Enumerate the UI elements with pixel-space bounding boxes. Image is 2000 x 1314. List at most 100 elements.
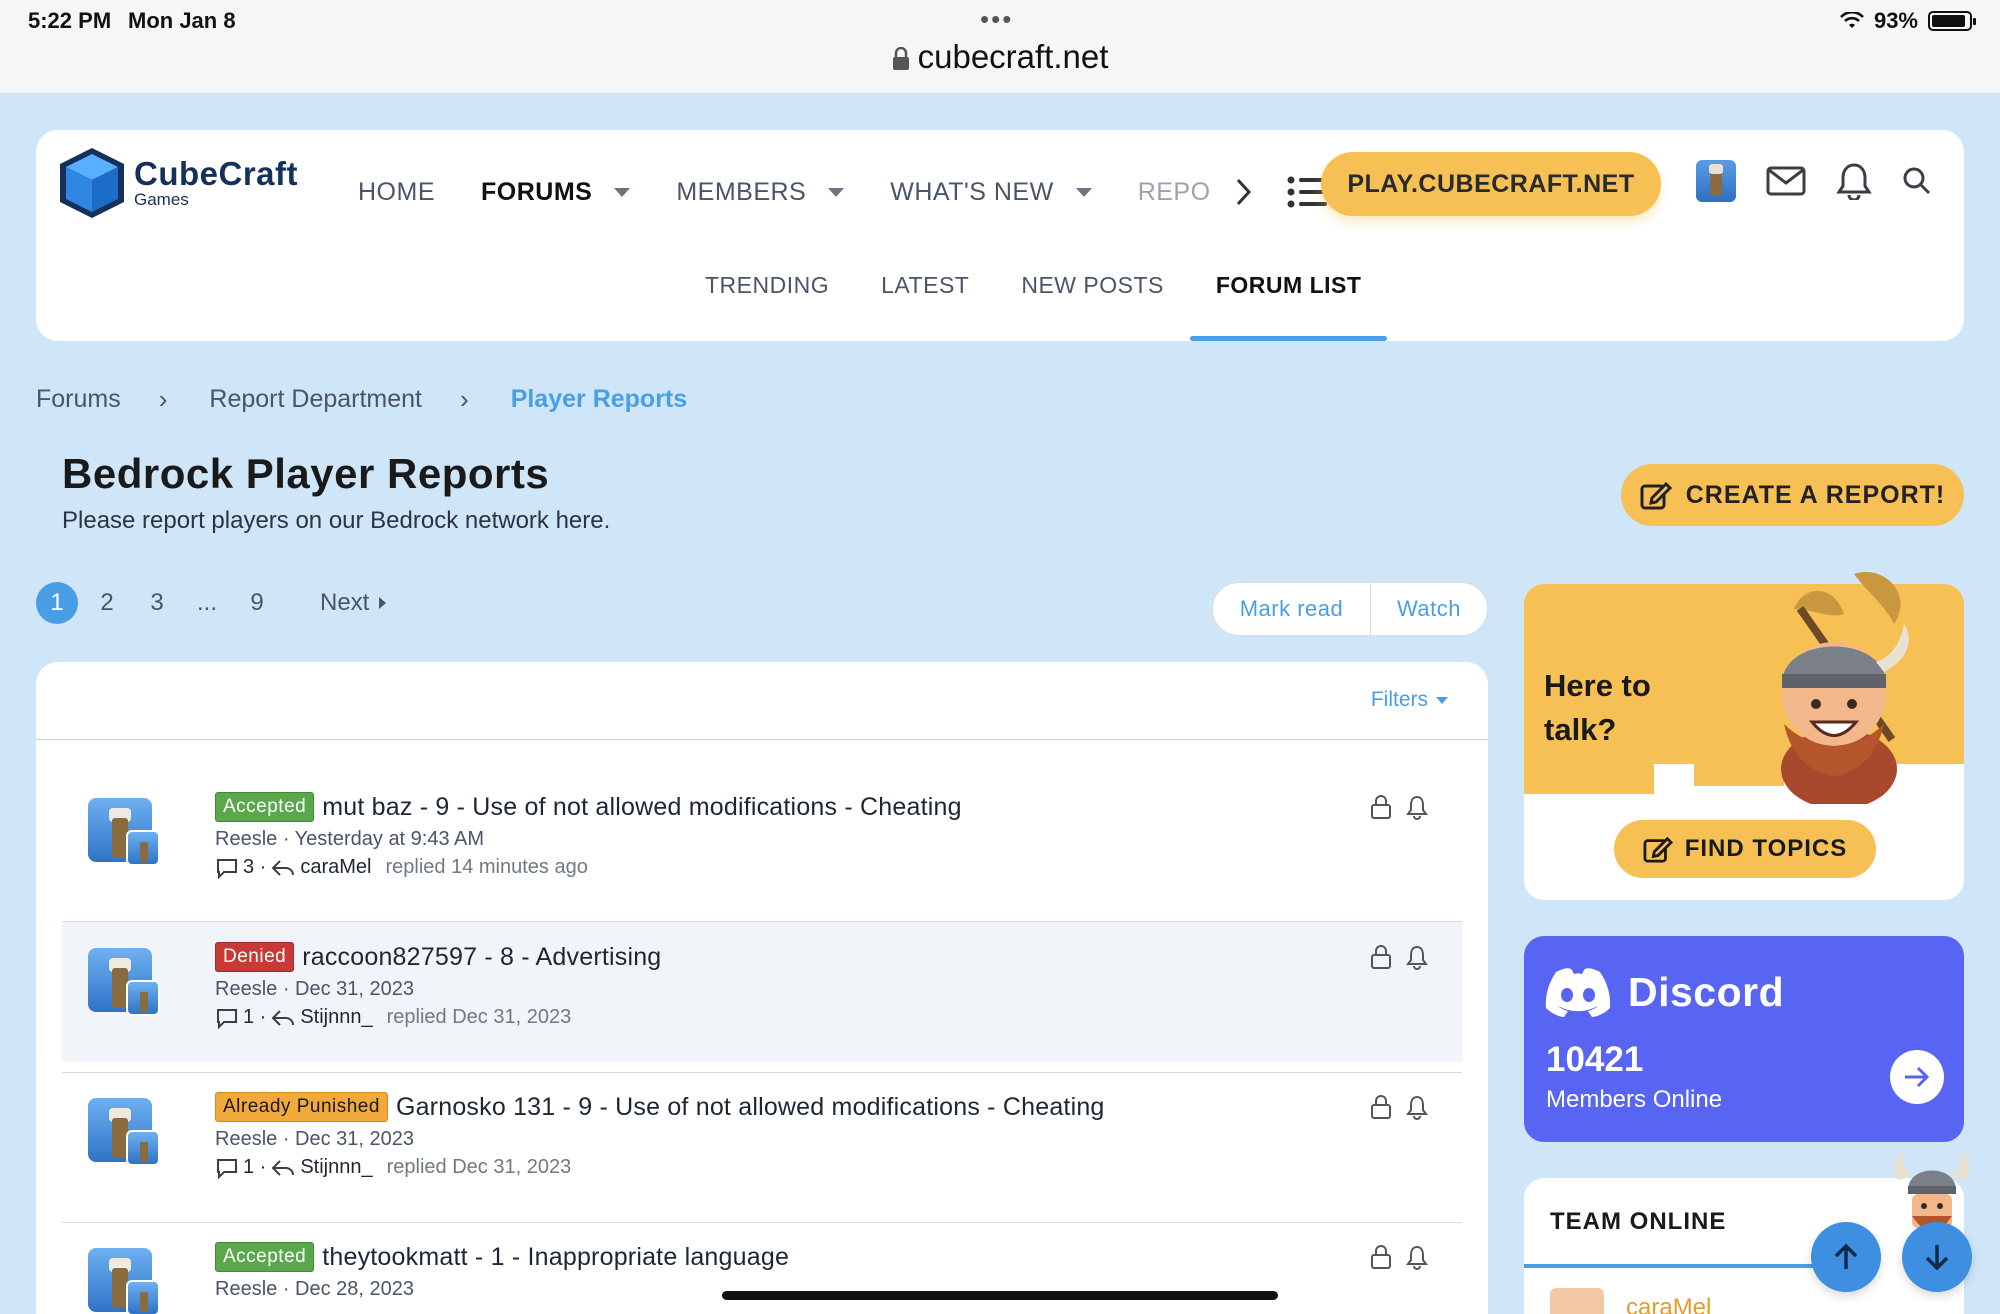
mark-read-button[interactable]: Mark read bbox=[1213, 583, 1371, 635]
last-poster[interactable]: Stijnnn_ bbox=[300, 1006, 372, 1029]
last-poster-avatar[interactable] bbox=[126, 830, 160, 866]
home-indicator[interactable] bbox=[722, 1291, 1278, 1300]
reply-count: 1 · bbox=[243, 1006, 267, 1028]
battery-icon bbox=[1928, 11, 1976, 31]
thread-stats: 3 · caraMel replied 14 minutes ago bbox=[215, 856, 588, 879]
site-header: CubeCraft Games HOME FORUMS MEMBERS WHAT… bbox=[36, 130, 1964, 341]
create-report-button[interactable]: CREATE A REPORT! bbox=[1621, 464, 1964, 526]
last-poster[interactable]: Stijnnn_ bbox=[300, 1156, 372, 1179]
thread-title[interactable]: Already Punished Garnosko 131 - 9 - Use … bbox=[215, 1092, 1105, 1122]
last-poster[interactable]: caraMel bbox=[300, 856, 371, 879]
last-poster-avatar[interactable] bbox=[126, 980, 160, 1016]
page-9[interactable]: 9 bbox=[236, 582, 278, 624]
status-badge[interactable]: Denied bbox=[215, 942, 295, 972]
filters-label: Filters bbox=[1370, 688, 1428, 711]
mail-icon[interactable] bbox=[1766, 165, 1806, 197]
team-member-avatar[interactable] bbox=[1550, 1288, 1604, 1314]
nav-forums[interactable]: FORUMS bbox=[481, 177, 631, 207]
search-icon[interactable] bbox=[1902, 166, 1932, 196]
discord-logo-icon bbox=[1545, 968, 1611, 1017]
nav-home[interactable]: HOME bbox=[358, 178, 435, 207]
discord-members-label: Members Online bbox=[1546, 1086, 1723, 1113]
breadcrumb-forums[interactable]: Forums bbox=[36, 385, 121, 414]
status-badge[interactable]: Accepted bbox=[215, 1242, 315, 1272]
filters-dropdown[interactable]: Filters bbox=[1371, 688, 1448, 712]
breadcrumb-player-reports[interactable]: Player Reports bbox=[511, 385, 687, 414]
arrow-up-icon bbox=[1834, 1243, 1858, 1269]
thread-title[interactable]: Accepted mut baz - 9 - Use of not allowe… bbox=[215, 792, 962, 822]
lock-icon bbox=[1371, 1095, 1391, 1119]
thread-meta: Reesle · Dec 28, 2023 bbox=[215, 1278, 415, 1300]
scroll-up-button[interactable] bbox=[1811, 1222, 1881, 1292]
nav-reports-label: REPO bbox=[1137, 177, 1211, 206]
thread-title-text[interactable]: Garnosko 131 - 9 - Use of not allowed mo… bbox=[396, 1093, 1105, 1122]
find-topics-button[interactable]: FIND TOPICS bbox=[1614, 820, 1876, 878]
breadcrumb-report-department[interactable]: Report Department bbox=[209, 385, 422, 414]
scroll-down-button[interactable] bbox=[1902, 1222, 1972, 1292]
watch-button[interactable]: Watch bbox=[1371, 583, 1487, 635]
thread-title-text[interactable]: raccoon827597 - 8 - Advertising bbox=[302, 943, 661, 972]
url-text: cubecraft.net bbox=[917, 38, 1109, 75]
cubecraft-logo[interactable]: CubeCraft Games bbox=[56, 144, 298, 222]
subnav-latest[interactable]: LATEST bbox=[855, 264, 995, 341]
discord-widget[interactable]: Discord 10421 Members Online bbox=[1524, 936, 1964, 1142]
reply-count: 1 · bbox=[243, 1156, 267, 1178]
team-member[interactable]: caraMel bbox=[1550, 1288, 1711, 1314]
thread-row[interactable]: Accepted theytookmatt - 1 - Inappropriat… bbox=[62, 1222, 1462, 1314]
subnav-forum-list[interactable]: FORUM LIST bbox=[1189, 264, 1388, 341]
page-3[interactable]: 3 bbox=[136, 582, 178, 624]
sub-nav: TRENDING LATEST NEW POSTS FORUM LIST bbox=[679, 264, 1387, 341]
arrow-right-icon[interactable] bbox=[1890, 1050, 1944, 1104]
thread-row[interactable]: Already Punished Garnosko 131 - 9 - Use … bbox=[62, 1072, 1462, 1212]
header-icons bbox=[1696, 160, 1932, 202]
find-topics-label: FIND TOPICS bbox=[1684, 835, 1848, 862]
page-ellipsis[interactable]: ... bbox=[186, 582, 228, 624]
thread-title-text[interactable]: mut baz - 9 - Use of not allowed modific… bbox=[322, 793, 961, 822]
chevron-down-icon[interactable] bbox=[1075, 187, 1092, 197]
status-badge[interactable]: Already Punished bbox=[215, 1092, 388, 1122]
browser-more-dots-icon[interactable]: ••• bbox=[980, 4, 1013, 35]
find-topics-card: Here to talk? FIND TOPICS bbox=[1524, 572, 1964, 900]
user-avatar[interactable] bbox=[1696, 160, 1736, 202]
promo-text: Here to talk? bbox=[1544, 664, 1651, 752]
thread-status-icons bbox=[1370, 794, 1428, 820]
chevron-right-icon[interactable] bbox=[1233, 177, 1253, 207]
thread-title[interactable]: Accepted theytookmatt - 1 - Inappropriat… bbox=[215, 1242, 789, 1272]
next-page-link[interactable]: Next bbox=[320, 589, 387, 617]
promo-text-line-2: talk? bbox=[1544, 712, 1617, 747]
last-reply-time[interactable]: replied Dec 31, 2023 bbox=[387, 1156, 572, 1179]
breadcrumb: Forums › Report Department › Player Repo… bbox=[36, 384, 687, 415]
page-1[interactable]: 1 bbox=[36, 582, 78, 624]
bell-icon bbox=[1406, 945, 1428, 970]
status-badge[interactable]: Accepted bbox=[215, 792, 315, 822]
nav-whats-new[interactable]: WHAT'S NEW bbox=[890, 178, 1092, 207]
logo-sub: Games bbox=[134, 190, 189, 209]
play-server-button[interactable]: PLAY.CUBECRAFT.NET bbox=[1321, 152, 1661, 216]
page-description: Please report players on our Bedrock net… bbox=[62, 507, 611, 534]
arrow-down-icon bbox=[1925, 1245, 1949, 1271]
nav-reports[interactable]: REPO bbox=[1138, 178, 1211, 207]
team-member-name[interactable]: caraMel bbox=[1626, 1294, 1711, 1314]
pagination: 1 2 3 ... 9 Next bbox=[36, 582, 387, 624]
status-right: 93% bbox=[1840, 8, 1976, 34]
thread-title[interactable]: Denied raccoon827597 - 8 - Advertising bbox=[215, 942, 661, 972]
page-2[interactable]: 2 bbox=[86, 582, 128, 624]
last-poster-avatar[interactable] bbox=[126, 1280, 160, 1314]
address-bar[interactable]: cubecraft.net bbox=[0, 38, 2000, 76]
nav-home-label: HOME bbox=[358, 177, 435, 206]
bell-icon bbox=[1406, 1245, 1428, 1270]
last-poster-avatar[interactable] bbox=[126, 1130, 160, 1166]
bell-icon[interactable] bbox=[1836, 162, 1872, 200]
logo-name: CubeCraft bbox=[134, 155, 299, 192]
last-reply-time[interactable]: replied 14 minutes ago bbox=[385, 856, 587, 879]
nav-forums-label: FORUMS bbox=[481, 177, 593, 206]
thread-row[interactable]: Accepted mut baz - 9 - Use of not allowe… bbox=[62, 772, 1462, 912]
subnav-trending[interactable]: TRENDING bbox=[679, 264, 855, 341]
subnav-new-posts[interactable]: NEW POSTS bbox=[995, 264, 1190, 341]
chevron-down-icon[interactable] bbox=[614, 187, 631, 197]
thread-title-text[interactable]: theytookmatt - 1 - Inappropriate languag… bbox=[322, 1243, 789, 1272]
nav-members[interactable]: MEMBERS bbox=[676, 178, 845, 207]
chevron-down-icon[interactable] bbox=[828, 187, 845, 197]
thread-row[interactable]: Denied raccoon827597 - 8 - Advertising R… bbox=[62, 922, 1462, 1062]
last-reply-time[interactable]: replied Dec 31, 2023 bbox=[387, 1006, 572, 1029]
